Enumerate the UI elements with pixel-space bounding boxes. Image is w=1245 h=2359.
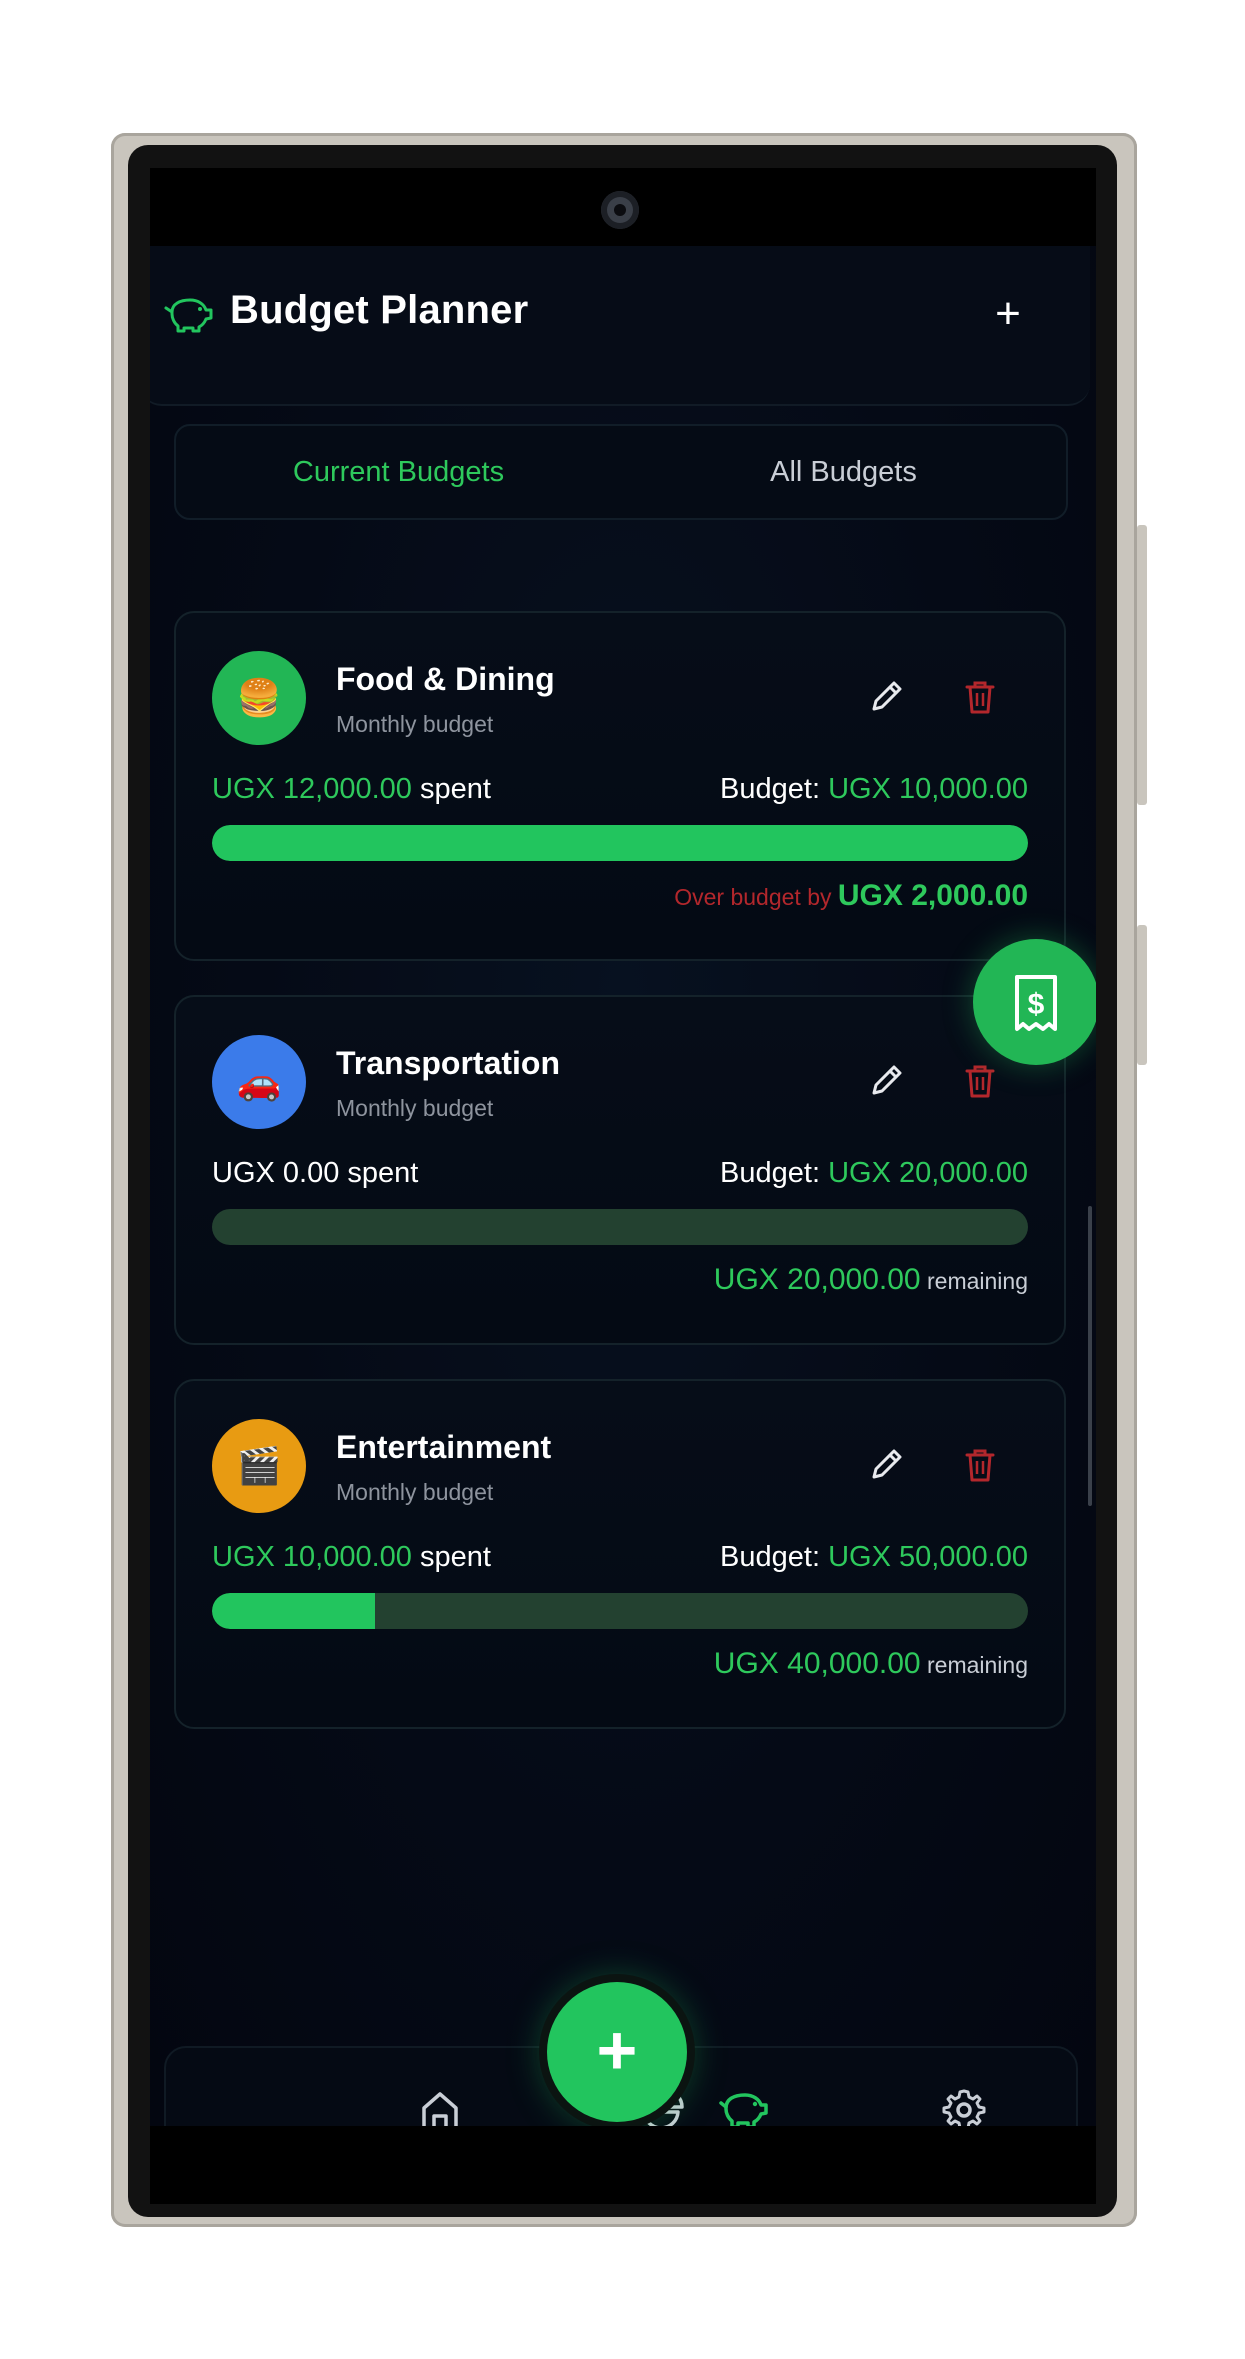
status-suffix: remaining — [920, 1268, 1028, 1294]
scrollbar[interactable] — [1088, 1206, 1092, 1506]
budget-category-name: Food & Dining — [336, 661, 555, 697]
phone-side-button — [1137, 525, 1147, 805]
budget-value: UGX 10,000.00 — [828, 773, 1028, 805]
edit-icon[interactable] — [864, 1059, 908, 1103]
system-navigation-bar — [150, 2126, 1096, 2204]
budget-amount: Budget: UGX 10,000.00 — [720, 773, 1028, 806]
spent-amount: UGX 0.00 spent — [212, 1157, 418, 1190]
expense-shortcut-button[interactable]: $ — [973, 939, 1096, 1065]
budget-value: UGX 50,000.00 — [828, 1541, 1028, 1573]
spent-value: UGX 0.00 — [212, 1157, 340, 1189]
budget-progress-bar — [212, 1593, 1028, 1629]
status-amount: UGX 40,000.00 — [713, 1647, 921, 1680]
budget-progress-fill — [212, 1593, 376, 1629]
trash-icon[interactable] — [958, 1443, 1002, 1487]
budget-card[interactable]: 🚗 Transportation Monthly budget UGX 0.00… — [174, 995, 1066, 1345]
budget-amount: Budget: UGX 50,000.00 — [720, 1541, 1028, 1574]
budget-status: Over budget by UGX 2,000.00 — [674, 879, 1028, 913]
add-transaction-fab[interactable]: + — [547, 1982, 687, 2122]
budget-label: Budget: — [720, 1157, 829, 1189]
spent-label: spent — [411, 1541, 491, 1573]
budget-category-name: Transportation — [336, 1045, 561, 1081]
budget-category-name: Entertainment — [336, 1429, 552, 1465]
app-content: Budget Planner + Current Budgets All Bud… — [150, 246, 1096, 2176]
add-budget-button[interactable]: + — [980, 286, 1036, 342]
clapperboard-icon: 🎬 — [212, 1419, 306, 1513]
tab-all-budgets[interactable]: All Budgets — [621, 426, 1066, 518]
budget-value: UGX 20,000.00 — [828, 1157, 1028, 1189]
budget-card[interactable]: 🍔 Food & Dining Monthly budget UGX 12,00… — [174, 611, 1066, 961]
spent-amount: UGX 10,000.00 spent — [212, 1541, 491, 1574]
status-suffix: remaining — [920, 1652, 1028, 1678]
budget-status: UGX 20,000.00 remaining — [714, 1263, 1028, 1297]
edit-icon[interactable] — [864, 1443, 908, 1487]
receipt-dollar-icon: $ — [1015, 975, 1057, 1031]
trash-icon[interactable] — [958, 675, 1002, 719]
phone-side-button — [1137, 925, 1147, 1065]
spent-label: spent — [411, 773, 491, 805]
budget-progress-fill — [212, 825, 1028, 861]
trash-icon[interactable] — [958, 1059, 1002, 1103]
budget-period: Monthly budget — [336, 1095, 494, 1121]
burger-icon: 🍔 — [212, 651, 306, 745]
app-header: Budget Planner + — [150, 246, 1090, 406]
edit-icon[interactable] — [864, 675, 908, 719]
car-icon: 🚗 — [212, 1035, 306, 1129]
budget-status: UGX 40,000.00 remaining — [714, 1647, 1028, 1681]
spent-label: spent — [339, 1157, 419, 1189]
phone-screen: Budget Planner + Current Budgets All Bud… — [150, 168, 1096, 2204]
budget-progress-bar — [212, 825, 1028, 861]
budget-amount: Budget: UGX 20,000.00 — [720, 1157, 1028, 1190]
status-area — [150, 168, 1096, 246]
front-camera — [601, 191, 639, 229]
spent-value: UGX 12,000.00 — [212, 773, 412, 805]
piggy-bank-icon — [164, 298, 213, 333]
spent-value: UGX 10,000.00 — [212, 1541, 412, 1573]
svg-text:$: $ — [1028, 988, 1045, 1021]
budget-tabs: Current Budgets All Budgets — [174, 424, 1068, 520]
budget-label: Budget: — [720, 773, 829, 805]
page-title: Budget Planner — [230, 288, 529, 332]
budget-period: Monthly budget — [336, 1479, 494, 1505]
budget-card[interactable]: 🎬 Entertainment Monthly budget UGX 10,00… — [174, 1379, 1066, 1729]
budget-progress-bar — [212, 1209, 1028, 1245]
status-prefix: Over budget by — [674, 884, 838, 910]
status-amount: UGX 2,000.00 — [837, 879, 1028, 912]
status-amount: UGX 20,000.00 — [713, 1263, 921, 1296]
tab-current-budgets[interactable]: Current Budgets — [176, 426, 621, 518]
budget-period: Monthly budget — [336, 711, 494, 737]
budget-label: Budget: — [720, 1541, 829, 1573]
spent-amount: UGX 12,000.00 spent — [212, 773, 491, 806]
